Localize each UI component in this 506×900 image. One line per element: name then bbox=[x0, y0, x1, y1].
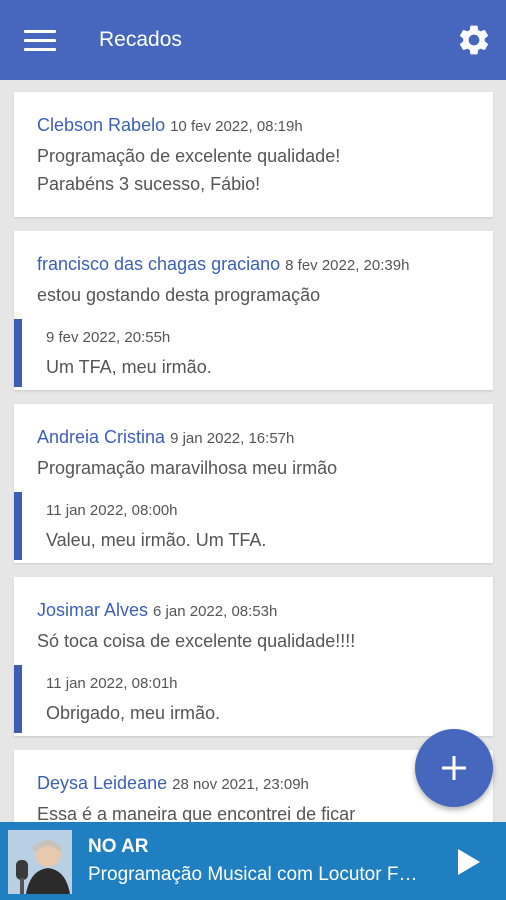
program-thumbnail bbox=[8, 830, 72, 894]
program-title: Programação Musical com Locutor Fábio bbox=[88, 864, 428, 885]
reply-text: Um TFA, meu irmão. bbox=[46, 357, 212, 377]
reply-block: 9 fev 2022, 20:55h Um TFA, meu irmão. bbox=[14, 319, 493, 387]
reply-bar bbox=[14, 665, 22, 733]
reply-time: 11 jan 2022, 08:00h bbox=[46, 502, 178, 519]
message-card[interactable]: Josimar Alves 6 jan 2022, 08:53h Só toca … bbox=[14, 577, 493, 736]
reply-block: 11 jan 2022, 08:01h Obrigado, meu irmão. bbox=[14, 665, 493, 733]
message-author: Clebson Rabelo bbox=[37, 115, 166, 135]
hamburger-icon[interactable] bbox=[24, 30, 56, 52]
message-author: francisco das chagas graciano bbox=[37, 254, 281, 274]
add-message-button[interactable] bbox=[415, 729, 493, 807]
message-author: Josimar Alves bbox=[37, 600, 149, 620]
message-time: 8 fev 2022, 20:39h bbox=[285, 257, 410, 274]
message-text: estou gostando desta programação bbox=[37, 285, 321, 305]
reply-time: 9 fev 2022, 20:55h bbox=[46, 329, 171, 346]
message-time: 6 jan 2022, 08:53h bbox=[153, 603, 278, 620]
message-text: Parabéns 3 sucesso, Fábio! bbox=[37, 174, 261, 194]
message-time: 10 fev 2022, 08:19h bbox=[170, 118, 303, 135]
message-list: Clebson Rabelo 10 fev 2022, 08:19h Progra… bbox=[14, 92, 493, 854]
reply-block: 11 jan 2022, 08:00h Valeu, meu irmão. Um… bbox=[14, 492, 493, 560]
reply-text: Obrigado, meu irmão. bbox=[46, 703, 221, 723]
message-card[interactable]: Clebson Rabelo 10 fev 2022, 08:19h Progra… bbox=[14, 92, 493, 217]
reply-bar bbox=[14, 492, 22, 560]
message-text: Programação de excelente qualidade! bbox=[37, 146, 341, 166]
message-author: Deysa Leideane bbox=[37, 773, 168, 793]
message-text: Só toca coisa de excelente qualidade!!!! bbox=[37, 631, 356, 651]
message-author: Andreia Cristina bbox=[37, 427, 166, 447]
app-bar: Recados bbox=[0, 0, 506, 80]
message-card[interactable]: francisco das chagas graciano 8 fev 2022,… bbox=[14, 231, 493, 390]
gear-icon[interactable] bbox=[456, 22, 492, 58]
message-time: 28 nov 2021, 23:09h bbox=[172, 776, 309, 793]
play-icon[interactable] bbox=[452, 846, 484, 878]
reply-text: Valeu, meu irmão. Um TFA. bbox=[46, 530, 267, 550]
player-bar[interactable]: NO AR Programação Musical com Locutor Fá… bbox=[0, 822, 506, 900]
reply-bar bbox=[14, 319, 22, 387]
plus-icon bbox=[442, 756, 466, 780]
on-air-label: NO AR bbox=[88, 836, 149, 857]
reply-time: 11 jan 2022, 08:01h bbox=[46, 675, 178, 692]
message-card[interactable]: Andreia Cristina 9 jan 2022, 16:57h Progr… bbox=[14, 404, 493, 563]
page-title: Recados bbox=[99, 28, 182, 51]
message-text: Programação maravilhosa meu irmão bbox=[37, 458, 338, 478]
message-time: 9 jan 2022, 16:57h bbox=[170, 430, 295, 447]
